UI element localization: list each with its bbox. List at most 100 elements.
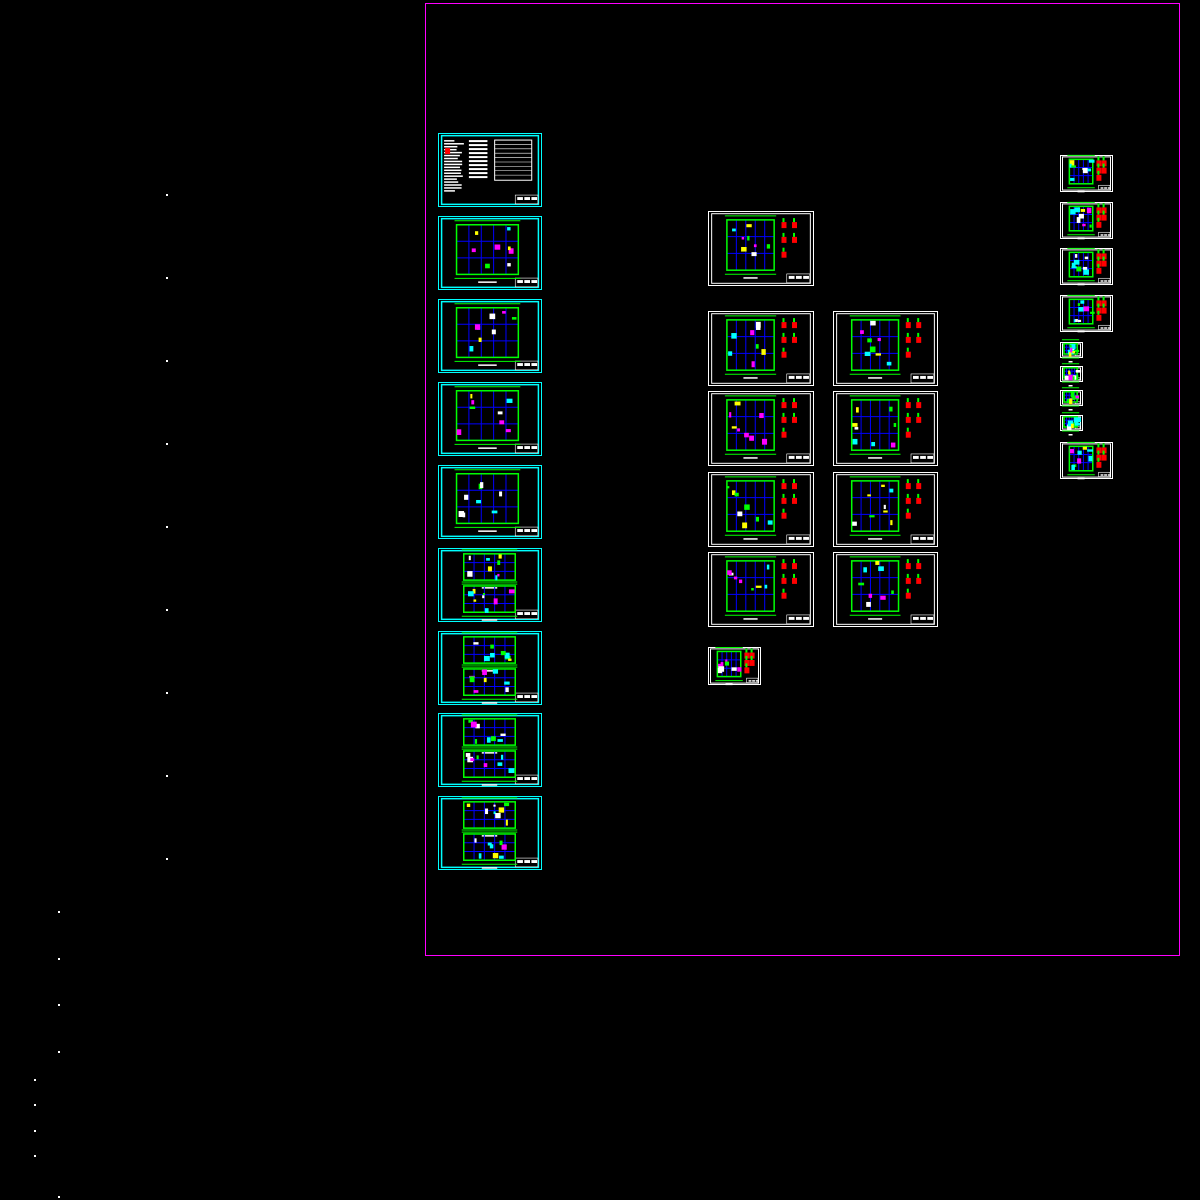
plan-element bbox=[493, 598, 498, 605]
plan-element bbox=[1083, 306, 1090, 312]
plan-element bbox=[1072, 351, 1076, 354]
drawing-caption bbox=[743, 618, 758, 620]
plan-element bbox=[497, 411, 503, 415]
drawing-caption bbox=[1077, 190, 1085, 193]
plan-element bbox=[486, 558, 490, 561]
plan-element bbox=[724, 661, 730, 666]
drawing-sheet[interactable] bbox=[438, 299, 542, 373]
drawing-sheet[interactable] bbox=[833, 391, 938, 466]
title-block-text bbox=[788, 275, 795, 279]
plan-element bbox=[500, 651, 506, 656]
drawing-sheet[interactable] bbox=[708, 472, 814, 547]
plan-element bbox=[1077, 458, 1082, 464]
plan-element bbox=[867, 338, 872, 343]
drawing-sheet[interactable] bbox=[438, 465, 542, 539]
drawing-caption bbox=[1068, 361, 1073, 363]
plan-element bbox=[1073, 417, 1079, 423]
plan-element bbox=[490, 652, 495, 658]
section-detail bbox=[917, 559, 920, 564]
title-block-text bbox=[517, 777, 523, 780]
plan-element bbox=[1070, 177, 1075, 181]
drawing-sheet[interactable] bbox=[438, 548, 542, 622]
drawing-sheet[interactable] bbox=[1060, 387, 1083, 411]
drawing-caption bbox=[481, 867, 498, 869]
drawing-sheet[interactable] bbox=[708, 552, 814, 627]
title-block-text bbox=[795, 455, 802, 459]
drawing-sheet[interactable] bbox=[1060, 201, 1113, 240]
drawing-sheet[interactable] bbox=[833, 552, 938, 627]
plan-element bbox=[1090, 311, 1095, 314]
section-detail bbox=[792, 222, 797, 229]
section-detail bbox=[1097, 170, 1100, 175]
drawing-sheet[interactable] bbox=[708, 211, 814, 286]
drawing-sheet[interactable] bbox=[438, 133, 542, 207]
drawing-sheet[interactable] bbox=[438, 631, 542, 705]
drawing-sheet[interactable] bbox=[833, 311, 938, 386]
drawing-sheet[interactable] bbox=[708, 391, 814, 466]
title-block-text bbox=[1077, 403, 1079, 405]
plan-element bbox=[1074, 422, 1081, 426]
plan-element bbox=[504, 681, 510, 685]
plan-element bbox=[504, 802, 510, 807]
plan-element bbox=[734, 401, 741, 406]
drawing-sheet[interactable] bbox=[438, 382, 542, 456]
drawing-sheet[interactable] bbox=[438, 216, 542, 290]
section-detail bbox=[906, 332, 909, 337]
drawing-sheet[interactable] bbox=[1060, 294, 1113, 333]
section-detail bbox=[781, 336, 787, 343]
drawing-sheet[interactable] bbox=[1060, 247, 1113, 286]
title-block-text bbox=[1104, 280, 1107, 282]
plan-element bbox=[466, 803, 471, 807]
section-detail bbox=[906, 559, 909, 564]
cad-model-space[interactable] bbox=[0, 0, 1200, 1200]
section-detail bbox=[916, 322, 922, 329]
plan-element bbox=[470, 393, 473, 399]
plan-element bbox=[474, 739, 478, 744]
title-block-text bbox=[1078, 355, 1080, 357]
plan-element bbox=[1068, 351, 1072, 357]
plan-element bbox=[753, 244, 757, 248]
section-detail bbox=[1102, 450, 1105, 455]
drawing-sheet[interactable] bbox=[708, 646, 761, 686]
plan-element bbox=[476, 755, 479, 760]
title-block-text bbox=[795, 536, 802, 540]
plan-element bbox=[1080, 300, 1085, 304]
plan-element bbox=[467, 591, 474, 597]
drawing-sheet[interactable] bbox=[1060, 441, 1113, 480]
drawing-sheet[interactable] bbox=[833, 472, 938, 547]
note-text-line bbox=[444, 175, 463, 177]
drawing-sheet[interactable] bbox=[1060, 339, 1083, 363]
plan-element bbox=[508, 589, 515, 594]
drawing-sheet[interactable] bbox=[438, 713, 542, 787]
section-detail bbox=[905, 483, 911, 490]
drawing-sheet[interactable] bbox=[438, 796, 542, 870]
point-marker bbox=[166, 609, 168, 611]
drawing-sheet[interactable] bbox=[1060, 154, 1113, 193]
title-block-text bbox=[524, 280, 530, 283]
drawing-sheet[interactable] bbox=[708, 311, 814, 386]
plan-element bbox=[468, 555, 471, 561]
plan-element bbox=[733, 576, 738, 580]
drawing-caption bbox=[868, 538, 883, 540]
plan-element bbox=[1071, 266, 1077, 269]
plan-element bbox=[852, 423, 858, 427]
title-block-text bbox=[1107, 187, 1111, 189]
section-detail bbox=[1096, 314, 1102, 321]
section-detail bbox=[1102, 303, 1105, 308]
plan-element bbox=[483, 763, 488, 768]
drawing-caption bbox=[478, 281, 497, 283]
plan-element bbox=[497, 762, 503, 766]
drawing-sheet[interactable] bbox=[1060, 412, 1083, 436]
title-block-text bbox=[1078, 428, 1080, 430]
section-detail bbox=[781, 577, 787, 584]
section-detail bbox=[782, 493, 785, 498]
drawing-caption bbox=[1068, 385, 1073, 387]
plan-element bbox=[489, 313, 496, 320]
plan-element bbox=[747, 235, 750, 241]
plan-element bbox=[507, 246, 511, 251]
plan-element bbox=[492, 669, 499, 674]
title-block-text bbox=[788, 536, 795, 540]
plan-element bbox=[473, 690, 479, 693]
drawing-sheet[interactable] bbox=[1060, 363, 1083, 387]
section-detail bbox=[906, 573, 909, 578]
